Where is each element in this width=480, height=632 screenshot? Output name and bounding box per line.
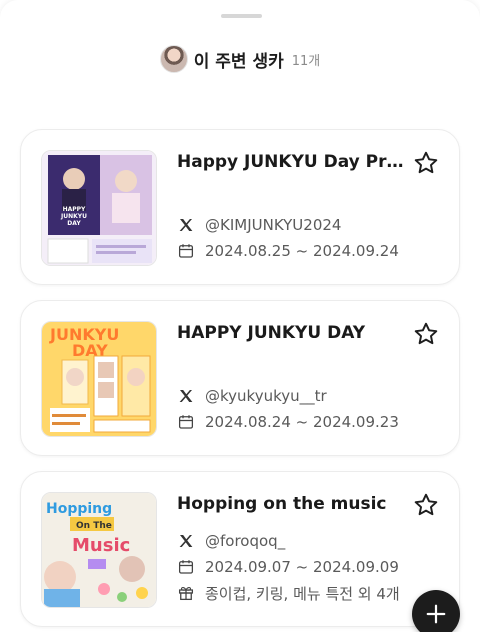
star-outline-icon[interactable] (413, 492, 439, 518)
sheet-header: 이 주변 생카 11개 (0, 44, 480, 74)
add-button[interactable] (412, 590, 460, 632)
header-title: 이 주변 생카 (193, 51, 284, 72)
event-handle: @kyukyukyu__tr (205, 387, 327, 405)
event-poster: HAPPY JUNKYU DAY (41, 150, 157, 266)
event-dates: 2024.08.24 ~ 2024.09.23 (205, 413, 399, 431)
date-row: 2024.09.07 ~ 2024.09.09 (177, 556, 399, 578)
event-title: Happy JUNKYU Day Proj… (177, 152, 411, 172)
date-row: 2024.08.24 ~ 2024.09.23 (177, 411, 399, 433)
benefits-row: 종이컵, 키링, 메뉴 특전 외 4개 (177, 582, 400, 604)
x-logo-icon (179, 535, 193, 547)
event-card[interactable]: Hopping On The Music Hopping on the musi… (20, 471, 460, 627)
event-card[interactable]: HAPPY JUNKYU DAY Happy JUNKYU Day Proj… … (20, 129, 460, 285)
calendar-icon (178, 415, 194, 429)
handle-row: @foroqoq_ (177, 530, 285, 552)
svg-text:On The: On The (76, 521, 112, 531)
event-card[interactable]: JUNKYU DAY HAPPY JUNKYU DAY @kyukyukyu__… (20, 300, 460, 456)
handle-row: @kyukyukyu__tr (177, 385, 327, 407)
gift-icon (178, 587, 194, 601)
calendar-icon (178, 244, 194, 258)
calendar-icon (178, 560, 194, 574)
event-poster: JUNKYU DAY (41, 321, 157, 437)
x-logo-icon (179, 219, 193, 231)
avatar (159, 45, 188, 73)
svg-text:DAY: DAY (67, 220, 81, 227)
event-benefits: 종이컵, 키링, 메뉴 특전 외 4개 (205, 584, 400, 603)
event-title: Hopping on the music (177, 494, 387, 514)
event-title: HAPPY JUNKYU DAY (177, 323, 366, 343)
plus-icon (426, 604, 446, 624)
date-row: 2024.08.25 ~ 2024.09.24 (177, 240, 399, 262)
event-poster: Hopping On The Music (41, 492, 157, 608)
svg-text:Hopping: Hopping (46, 501, 112, 517)
star-outline-icon[interactable] (413, 321, 439, 347)
event-handle: @foroqoq_ (205, 532, 286, 550)
drag-handle[interactable] (221, 14, 262, 18)
event-handle: @KIMJUNKYU2024 (205, 216, 342, 234)
header-count: 11개 (291, 53, 321, 69)
svg-text:HAPPY: HAPPY (63, 206, 86, 213)
star-outline-icon[interactable] (413, 150, 439, 176)
svg-text:Music: Music (72, 535, 130, 556)
event-dates: 2024.09.07 ~ 2024.09.09 (205, 558, 399, 576)
svg-text:JUNKYU: JUNKYU (60, 213, 87, 220)
bottom-sheet: 이 주변 생카 11개 HAPPY JUNKYU DAY Happy JUNKY… (0, 0, 480, 632)
x-logo-icon (179, 390, 193, 402)
handle-row: @KIMJUNKYU2024 (177, 214, 341, 236)
event-dates: 2024.08.25 ~ 2024.09.24 (205, 242, 399, 260)
